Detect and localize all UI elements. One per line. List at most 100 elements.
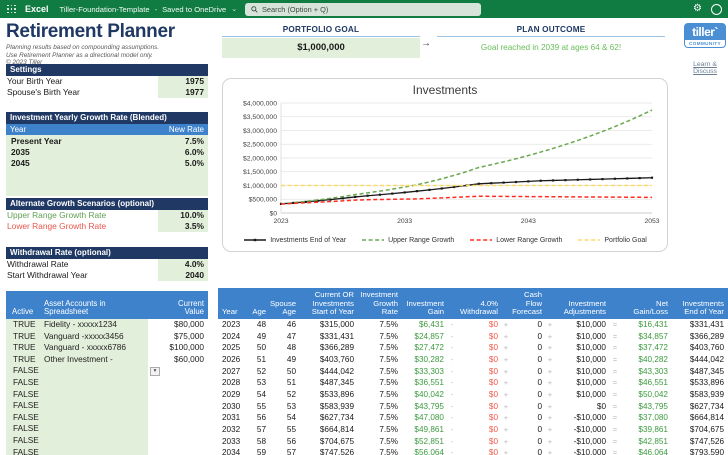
- table-row: 20295452$533,8967.5%$40,042-$0+0+$10,000…: [218, 389, 728, 401]
- data-cell: 2033: [218, 436, 248, 448]
- data-cell: 58: [248, 436, 270, 448]
- data-cell: 48: [270, 342, 300, 354]
- asset-value-cell[interactable]: [148, 412, 208, 424]
- setting-value-cell[interactable]: 2040: [158, 270, 208, 281]
- app-launcher-icon[interactable]: [7, 5, 16, 14]
- operator-cell: +: [502, 447, 510, 455]
- data-cell: $40,282: [620, 354, 672, 366]
- header-cell: Investments End of Year: [672, 300, 728, 317]
- data-cell: 51: [248, 354, 270, 366]
- tiller-logo[interactable]: tiller` COMMUNITY: [684, 23, 726, 48]
- table-row: FALSE: [6, 435, 208, 447]
- asset-name-cell[interactable]: [42, 435, 148, 447]
- asset-name-cell[interactable]: [42, 423, 148, 435]
- document-title[interactable]: Tiller-Foundation-Template - Saved to On…: [60, 5, 238, 14]
- header-cell: Investment Gain: [402, 300, 448, 317]
- setting-label: Spouse's Birth Year: [6, 87, 80, 98]
- asset-name-cell[interactable]: [42, 377, 148, 389]
- data-cell: 7.5%: [358, 401, 402, 413]
- left-panel: Retirement Planner Planning results base…: [6, 18, 208, 455]
- operator-cell: +: [546, 412, 554, 424]
- data-cell: 56: [270, 436, 300, 448]
- asset-name-cell[interactable]: Vanguard - xxxxx6786: [42, 342, 148, 354]
- setting-value-cell[interactable]: 4.0%: [158, 259, 208, 270]
- growth-year-cell[interactable]: 2045: [10, 158, 30, 169]
- document-name[interactable]: Tiller-Foundation-Template: [60, 5, 150, 14]
- asset-value-cell[interactable]: $80,000: [148, 319, 208, 331]
- chevron-down-icon[interactable]: ⌄: [231, 5, 237, 13]
- growth-year-cell[interactable]: 2035: [10, 147, 30, 158]
- asset-value-cell[interactable]: $75,000: [148, 331, 208, 343]
- operator-cell: -: [448, 354, 456, 366]
- account-avatar[interactable]: [711, 4, 722, 15]
- asset-active-cell[interactable]: FALSE: [6, 423, 42, 435]
- asset-active-cell[interactable]: TRUE: [6, 319, 42, 331]
- asset-active-cell[interactable]: TRUE: [6, 331, 42, 343]
- settings-gear-icon[interactable]: ⚙: [693, 4, 702, 14]
- setting-label: Withdrawal Rate: [6, 259, 68, 270]
- table-row: TRUEVanguard - xxxxx6786$100,000: [6, 342, 208, 354]
- asset-value-cell[interactable]: [148, 435, 208, 447]
- asset-active-cell[interactable]: FALSE: [6, 377, 42, 389]
- growth-rate-cell[interactable]: 7.5%: [185, 136, 204, 147]
- dropdown-button[interactable]: ▾: [150, 367, 160, 376]
- learn-discuss-link[interactable]: Learn & Discuss: [682, 61, 728, 75]
- data-cell: 7.5%: [358, 342, 402, 354]
- asset-name-cell[interactable]: [42, 400, 148, 412]
- asset-name-cell[interactable]: [42, 389, 148, 401]
- data-cell: 0: [510, 354, 546, 366]
- setting-value-cell[interactable]: 1977: [158, 87, 208, 98]
- asset-value-cell[interactable]: [148, 389, 208, 401]
- svg-text:$0: $0: [269, 210, 277, 217]
- operator-cell: +: [502, 389, 510, 401]
- asset-name-cell[interactable]: [42, 412, 148, 424]
- asset-value-cell[interactable]: [148, 423, 208, 435]
- growth-rate-cell[interactable]: 6.0%: [185, 147, 204, 158]
- asset-name-cell[interactable]: Fidelity - xxxxx1234: [42, 319, 148, 331]
- setting-value-cell[interactable]: 3.5%: [158, 221, 208, 232]
- data-cell: -$10,000: [554, 424, 610, 436]
- setting-value-cell[interactable]: 10.0%: [158, 210, 208, 221]
- asset-active-cell[interactable]: FALSE: [6, 412, 42, 424]
- operator-cell: +: [546, 342, 554, 354]
- growth-rate-section: Investment Yearly Growth Rate (Blended) …: [6, 112, 208, 196]
- setting-value-cell[interactable]: 1975: [158, 76, 208, 87]
- alternate-growth-header: Alternate Growth Scenarios (optional): [6, 198, 208, 210]
- header-cell: Investment Adjustments: [554, 300, 610, 317]
- data-cell: 7.5%: [358, 412, 402, 424]
- data-cell: 2026: [218, 354, 248, 366]
- growth-year-cell[interactable]: Present Year: [10, 136, 62, 147]
- growth-col-rate: New Rate: [169, 124, 204, 135]
- data-cell: 2029: [218, 389, 248, 401]
- asset-active-cell[interactable]: FALSE: [6, 435, 42, 447]
- data-cell: 7.5%: [358, 354, 402, 366]
- settings-header: Settings: [6, 64, 208, 76]
- data-cell: 0: [510, 389, 546, 401]
- asset-name-cell[interactable]: [42, 447, 148, 455]
- operator-cell: +: [546, 389, 554, 401]
- search-input[interactable]: Search (Option + Q): [245, 3, 481, 16]
- asset-active-cell[interactable]: FALSE: [6, 400, 42, 412]
- asset-value-cell[interactable]: [148, 400, 208, 412]
- portfolio-goal-value[interactable]: $1,000,000: [222, 38, 420, 58]
- operator-cell: =: [610, 366, 620, 378]
- projection-table-header: YearAgeSpouse AgeCurrent OR Investments …: [218, 288, 728, 319]
- data-cell: 2031: [218, 412, 248, 424]
- asset-name-cell[interactable]: ▾: [42, 365, 148, 377]
- asset-active-cell[interactable]: FALSE: [6, 447, 42, 455]
- data-cell: $747,526: [672, 436, 728, 448]
- data-cell: $0: [456, 389, 502, 401]
- asset-name-cell[interactable]: Vanguard -xxxxx3456: [42, 331, 148, 343]
- data-cell: $366,289: [300, 342, 358, 354]
- data-cell: 2030: [218, 401, 248, 413]
- asset-active-cell[interactable]: FALSE: [6, 389, 42, 401]
- data-cell: $27,472: [402, 342, 448, 354]
- asset-value-cell[interactable]: $100,000: [148, 342, 208, 354]
- asset-value-cell[interactable]: [148, 377, 208, 389]
- data-cell: $664,814: [672, 412, 728, 424]
- growth-rate-cell[interactable]: 5.0%: [185, 158, 204, 169]
- asset-active-cell[interactable]: FALSE: [6, 365, 42, 377]
- asset-value-cell[interactable]: [148, 447, 208, 455]
- operator-cell: -: [448, 377, 456, 389]
- asset-active-cell[interactable]: TRUE: [6, 342, 42, 354]
